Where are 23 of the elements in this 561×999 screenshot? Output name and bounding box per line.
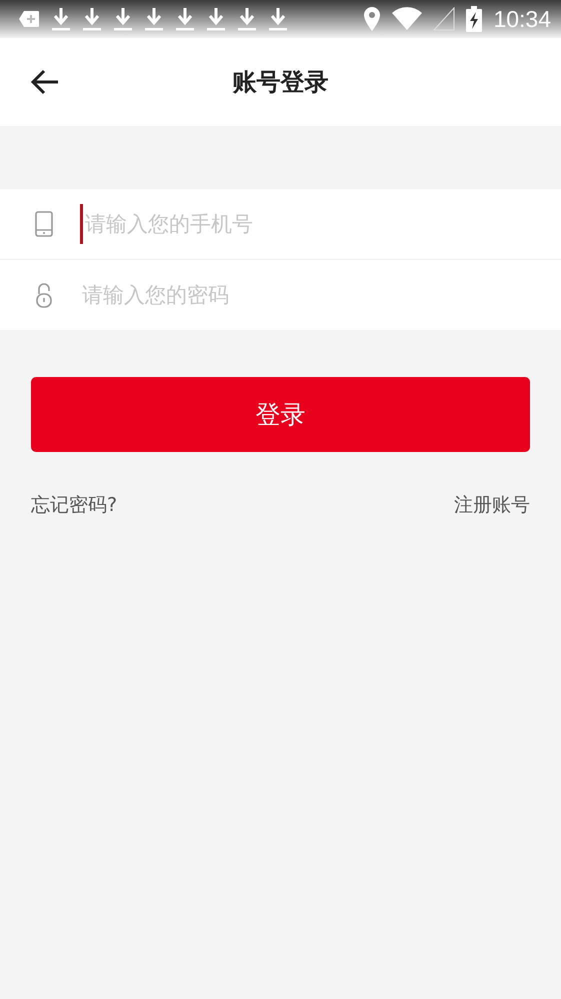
download-icon: [175, 6, 195, 32]
login-button[interactable]: 登录: [31, 377, 530, 452]
back-button[interactable]: [30, 68, 60, 96]
page-title: 账号登录: [232, 67, 328, 98]
download-icon: [268, 6, 288, 32]
download-icon: [144, 6, 164, 32]
register-link[interactable]: 注册账号: [454, 492, 530, 518]
phone-field[interactable]: 请输入您的手机号: [80, 204, 561, 244]
notification-icon: [18, 10, 40, 28]
location-icon: [363, 6, 382, 32]
password-field[interactable]: 请输入您的密码: [80, 275, 561, 315]
signal-icon: [433, 7, 456, 31]
phone-icon: [35, 211, 53, 237]
download-icon: [206, 6, 226, 32]
download-icon: [113, 6, 133, 32]
battery-icon: [466, 6, 482, 32]
download-icon: [82, 6, 102, 32]
wifi-icon: [392, 7, 422, 31]
clock-time: 10:34: [493, 6, 551, 32]
download-icon: [51, 6, 71, 32]
lock-icon: [36, 282, 52, 308]
download-icon: [237, 6, 257, 32]
forgot-password-link[interactable]: 忘记密码?: [31, 492, 118, 518]
